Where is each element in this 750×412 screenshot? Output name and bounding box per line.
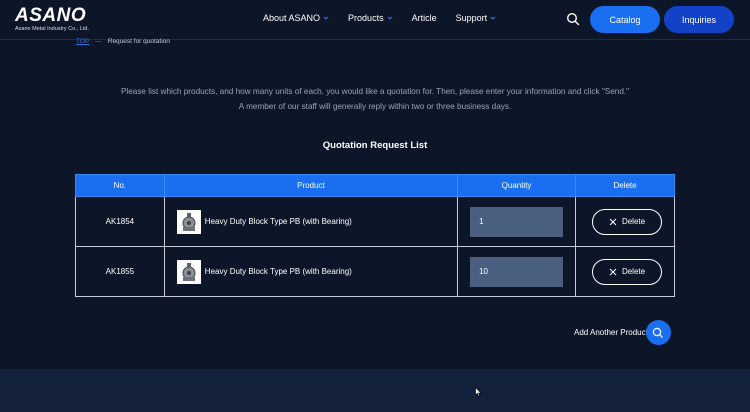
row-quantity-cell [457, 196, 577, 247]
column-header-product: Product [163, 174, 459, 197]
close-icon [609, 218, 617, 225]
inquiries-button[interactable]: Inquiries [664, 6, 734, 33]
row-product-cell: Heavy Duty Block Type PB (with Bearing) [163, 246, 459, 297]
breadcrumb: TOP — Request for quotation [76, 38, 170, 45]
mouse-cursor-icon [475, 387, 482, 397]
product-thumbnail[interactable] [176, 209, 201, 234]
column-header-quantity: Quantity [457, 174, 577, 197]
chevron-down-icon [387, 16, 392, 20]
quantity-input[interactable] [470, 206, 564, 237]
add-search-circle[interactable] [645, 320, 671, 345]
chevron-down-icon [490, 16, 496, 20]
table-header-row: No. Product Quantity Delete [75, 174, 675, 197]
row-product-cell: Heavy Duty Block Type PB (with Bearing) [163, 196, 459, 247]
product-name[interactable]: Heavy Duty Block Type PB (with Bearing) [205, 217, 352, 226]
row-quantity-cell [457, 246, 577, 297]
site-header: ASANO Asano Metal Industry Co., Ltd. Abo… [0, 0, 750, 40]
footer-band [0, 369, 750, 412]
main-nav: About ASANO Products Article Support [263, 13, 515, 23]
delete-button[interactable]: Delete [592, 208, 663, 235]
delete-button[interactable]: Delete [592, 258, 663, 285]
nav-label: Products [348, 13, 384, 23]
intro-line-2: A member of our staff will generally rep… [238, 102, 512, 111]
logo-subtitle: Asano Metal Industry Co., Ltd. [15, 26, 89, 32]
add-another-label: Add Another Product [574, 328, 648, 337]
column-header-delete: Delete [575, 174, 675, 197]
breadcrumb-current: Request for quotation [107, 38, 170, 45]
add-another-product-button[interactable]: Add Another Product [574, 320, 671, 345]
nav-label: Support [455, 13, 488, 23]
nav-label: About ASANO [263, 13, 321, 23]
quotation-title: Quotation Request List [322, 140, 428, 151]
product-info: Heavy Duty Block Type PB (with Bearing) [165, 259, 457, 284]
close-icon [609, 268, 617, 275]
table-row: AK1855 Heavy Duty Block Type PB (with Be… [75, 246, 675, 297]
chevron-down-icon [323, 16, 329, 20]
row-delete-cell: Delete [575, 246, 675, 297]
search-icon[interactable] [566, 12, 580, 26]
nav-label: Article [411, 13, 437, 23]
nav-products[interactable]: Products [348, 13, 393, 23]
row-delete-cell: Delete [575, 196, 675, 247]
catalog-button[interactable]: Catalog [590, 6, 660, 33]
product-info: Heavy Duty Block Type PB (with Bearing) [165, 209, 457, 234]
table-row: AK1854 Heavy Duty Block Type PB (with Be… [75, 196, 675, 247]
logo-text: ASANO [15, 5, 87, 26]
asano-logo[interactable]: ASANO Asano Metal Industry Co., Ltd. [15, 6, 89, 32]
quantity-input[interactable] [470, 256, 564, 287]
nav-article[interactable]: Article [412, 13, 437, 23]
breadcrumb-home-link[interactable]: TOP [76, 38, 89, 45]
row-number: AK1854 [75, 196, 165, 247]
column-header-no: No. [75, 174, 165, 197]
breadcrumb-separator: — [95, 38, 102, 45]
search-icon [653, 327, 664, 338]
row-number: AK1855 [75, 246, 165, 297]
product-thumbnail[interactable] [176, 259, 201, 284]
nav-about-asano[interactable]: About ASANO [263, 13, 329, 23]
nav-support[interactable]: Support [456, 13, 497, 23]
quotation-table: No. Product Quantity Delete AK1854 Heavy… [75, 174, 675, 297]
delete-label: Delete [621, 217, 646, 226]
intro-line-1: Please list which products, and how many… [120, 87, 630, 96]
intro-text: Please list which products, and how many… [0, 84, 750, 114]
delete-label: Delete [621, 267, 646, 276]
product-name[interactable]: Heavy Duty Block Type PB (with Bearing) [205, 267, 352, 276]
